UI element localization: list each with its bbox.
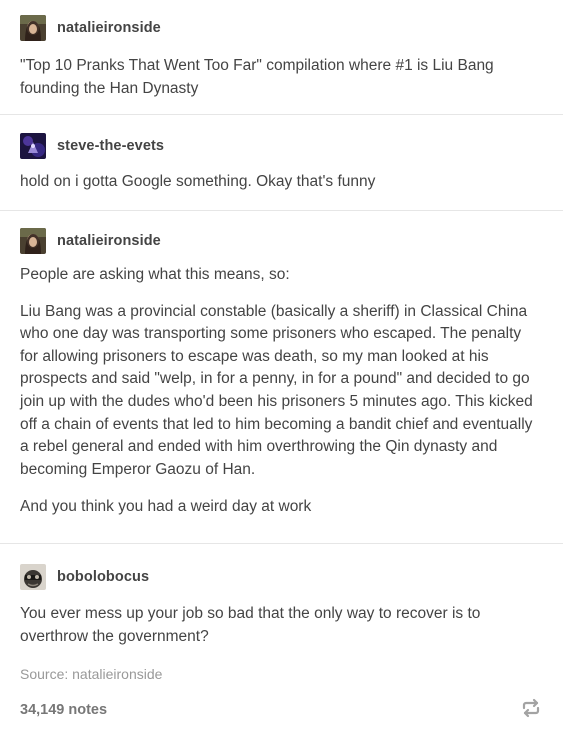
post-text: You ever mess up your job so bad that th… [20, 605, 481, 645]
reblog-icon[interactable] [520, 697, 542, 719]
notes-count[interactable]: 34,149 notes [20, 702, 107, 718]
post-text: "Top 10 Pranks That Went Too Far" compil… [20, 57, 494, 97]
post-natalieironside-2: natalieironside People are asking what t… [0, 210, 563, 543]
source-link[interactable]: Source: natalieironside [20, 666, 162, 682]
post-natalieironside-1: natalieironside "Top 10 Pranks That Went… [0, 0, 563, 114]
user-avatar-icon[interactable] [20, 228, 46, 254]
user-avatar-icon[interactable] [20, 15, 46, 41]
post-text: And you think you had a weird day at wor… [20, 498, 312, 516]
username[interactable]: steve-the-evets [57, 138, 164, 154]
post-text: Liu Bang was a provincial constable (bas… [20, 302, 533, 478]
post-header: bobolobocus [20, 563, 543, 591]
username[interactable]: bobolobocus [57, 569, 149, 585]
post-text: People are asking what this means, so: [20, 266, 290, 283]
user-avatar-icon[interactable] [20, 133, 46, 159]
post-header: steve-the-evets [20, 132, 543, 160]
username[interactable]: natalieironside [57, 233, 161, 249]
post-text: hold on i gotta Google something. Okay t… [20, 173, 376, 190]
user-avatar-icon[interactable] [20, 564, 46, 590]
username[interactable]: natalieironside [57, 20, 161, 36]
post-header: natalieironside [20, 227, 543, 255]
post-header: natalieironside [20, 14, 543, 42]
post-steve-the-evets: steve-the-evets hold on i gotta Google s… [0, 114, 563, 210]
post-bobolobocus: bobolobocus You ever mess up your job so… [0, 543, 563, 648]
